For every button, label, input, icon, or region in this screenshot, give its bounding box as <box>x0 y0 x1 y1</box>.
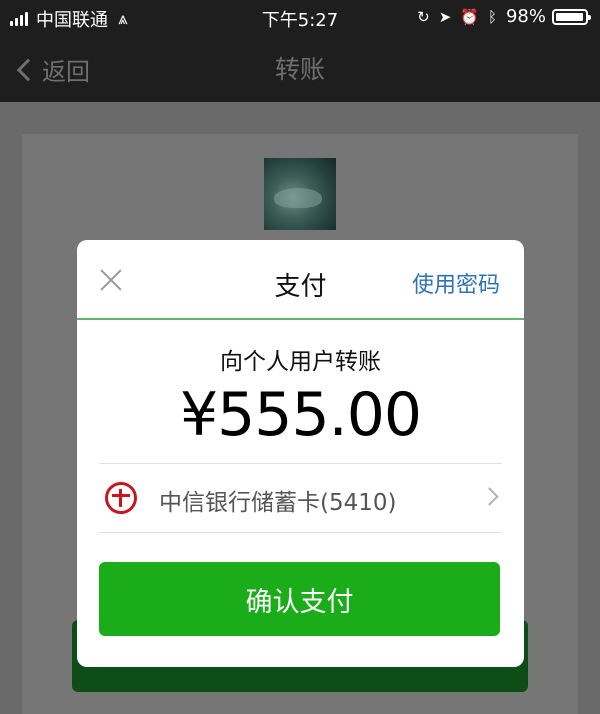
confirm-payment-button[interactable]: 确认支付 <box>99 562 500 636</box>
battery-icon <box>552 8 591 25</box>
payment-amount: ¥555.00 <box>179 380 422 450</box>
payment-method-label: 中信银行储蓄卡(5410) <box>159 490 397 516</box>
payment-method-row[interactable]: 中信银行储蓄卡(5410) <box>99 464 502 532</box>
bluetooth-icon: ᛒ <box>487 7 497 26</box>
status-right: ↻ ➤ ⏰ ᛒ 98% <box>408 6 591 27</box>
page-title: 转账 <box>274 55 325 84</box>
location-icon: ➤ <box>438 7 452 26</box>
nav-bar: 返回 转账 <box>0 34 600 102</box>
citic-bank-logo-icon <box>105 482 137 514</box>
status-bar: 中国联通 ⩓ 下午5:27 ↻ ➤ ⏰ ᛒ 98% <box>0 0 600 34</box>
battery-percent: 98% <box>505 6 546 27</box>
payment-dialog: 支付 使用密码 向个人用户转账 ¥555.00 中信银行储蓄卡(5410) 确认… <box>77 240 524 667</box>
transfer-subtitle: 向个人用户转账 <box>220 349 381 375</box>
orientation-lock-icon: ↻ <box>417 7 430 26</box>
recipient-avatar <box>264 158 336 230</box>
alarm-icon: ⏰ <box>460 7 479 26</box>
chevron-right-icon <box>480 487 499 506</box>
dialog-divider <box>77 318 524 320</box>
use-password-link[interactable]: 使用密码 <box>412 267 500 299</box>
divider <box>99 532 502 533</box>
